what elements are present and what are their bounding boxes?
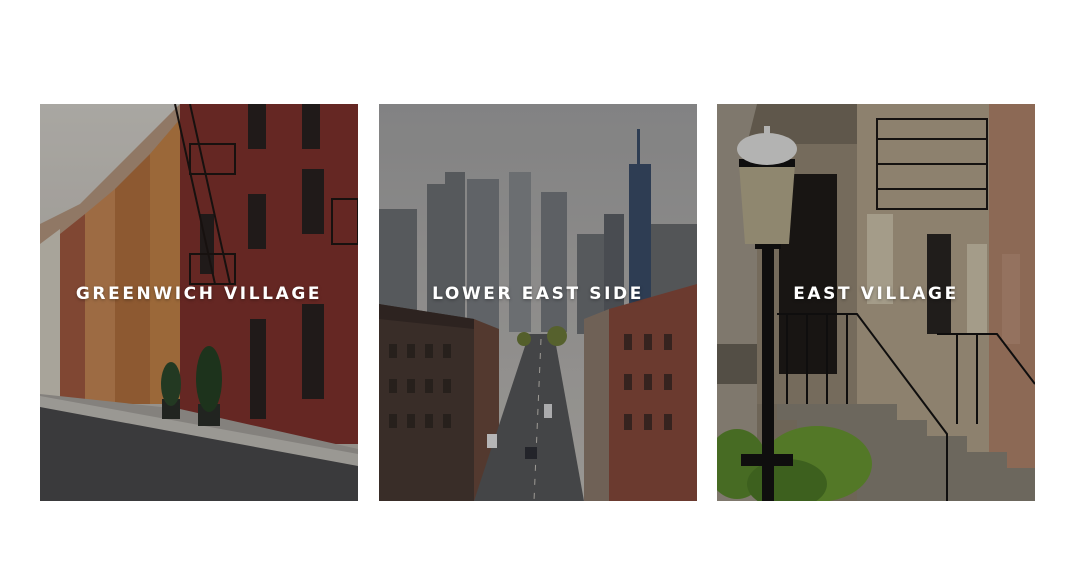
neighborhood-card-east-village[interactable]: EAST VILLAGE [717, 104, 1035, 501]
neighborhood-title: LOWER EAST SIDE [432, 284, 644, 304]
neighborhood-card-lower-east-side[interactable]: LOWER EAST SIDE [379, 104, 697, 501]
neighborhood-title: EAST VILLAGE [793, 284, 959, 304]
neighborhood-gallery: GREENWICH VILLAGE LOWER EAST SIDE EAST V… [0, 0, 1066, 576]
neighborhood-title: GREENWICH VILLAGE [75, 284, 323, 304]
neighborhood-card-greenwich-village[interactable]: GREENWICH VILLAGE [40, 104, 358, 501]
